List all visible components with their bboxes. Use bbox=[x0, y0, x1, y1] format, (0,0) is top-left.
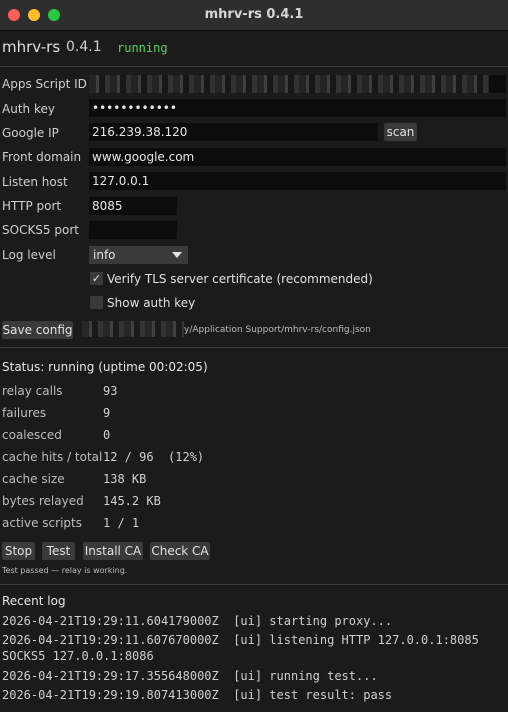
stat-value-active-scripts: 1 / 1 bbox=[103, 516, 140, 530]
socks5-port-label: SOCKS5 port bbox=[2, 223, 79, 237]
show-auth-key-checkbox[interactable] bbox=[90, 296, 103, 309]
listen-host-field[interactable]: 127.0.0.1 bbox=[89, 172, 506, 190]
scan-button[interactable]: scan bbox=[384, 123, 417, 141]
window-title: mhrv-rs 0.4.1 bbox=[204, 7, 304, 22]
stat-value-relay-calls: 93 bbox=[103, 384, 118, 398]
app-version: 0.4.1 bbox=[66, 39, 102, 55]
stat-label-coalesced: coalesced bbox=[2, 428, 62, 442]
stat-label-cache-size: cache size bbox=[2, 472, 65, 486]
running-status-indicator: running bbox=[117, 41, 168, 55]
stat-label-relay-calls: relay calls bbox=[2, 384, 63, 398]
chevron-down-icon bbox=[172, 252, 182, 258]
test-button[interactable]: Test bbox=[42, 542, 75, 560]
save-config-button[interactable]: Save config bbox=[2, 321, 73, 339]
install-ca-button[interactable]: Install CA bbox=[83, 542, 143, 560]
apps-script-id-field[interactable] bbox=[89, 75, 506, 93]
status-heading: Status: running (uptime 00:02:05) bbox=[2, 360, 208, 374]
google-ip-label: Google IP bbox=[2, 126, 59, 140]
log-line: 2026-04-21T19:29:11.607670000Z [ui] list… bbox=[2, 633, 479, 647]
log-level-select[interactable]: info bbox=[89, 246, 188, 264]
http-port-label: HTTP port bbox=[2, 199, 62, 213]
show-auth-key-label[interactable]: Show auth key bbox=[107, 296, 195, 310]
stat-label-cache-hits: cache hits / total bbox=[2, 450, 103, 464]
log-line: 2026-04-21T19:29:11.604179000Z [ui] star… bbox=[2, 614, 393, 628]
recent-log-heading: Recent log bbox=[2, 594, 66, 608]
divider bbox=[0, 66, 508, 67]
stat-value-failures: 9 bbox=[103, 406, 111, 420]
log-line: 2026-04-21T19:29:19.807413000Z [ui] test… bbox=[2, 688, 393, 702]
front-domain-label: Front domain bbox=[2, 150, 82, 164]
google-ip-field[interactable]: 216.239.38.120 bbox=[89, 123, 378, 141]
redacted-apps-script-id bbox=[89, 75, 489, 93]
apps-script-id-label: Apps Script ID bbox=[2, 77, 87, 91]
socks5-port-field[interactable] bbox=[89, 221, 177, 239]
stat-value-coalesced: 0 bbox=[103, 428, 111, 442]
auth-key-label: Auth key bbox=[2, 102, 55, 116]
log-level-label: Log level bbox=[2, 248, 56, 262]
stop-button[interactable]: Stop bbox=[2, 542, 35, 560]
http-port-field[interactable]: 8085 bbox=[89, 197, 177, 215]
listen-host-label: Listen host bbox=[2, 175, 68, 189]
divider bbox=[0, 347, 508, 348]
stat-label-active-scripts: active scripts bbox=[2, 516, 82, 530]
app-window: mhrv-rs 0.4.1 mhrv-rs 0.4.1 running Apps… bbox=[0, 0, 508, 712]
divider bbox=[0, 584, 508, 585]
test-result-note: Test passed — relay is working. bbox=[2, 566, 128, 575]
stat-label-bytes-relayed: bytes relayed bbox=[2, 494, 84, 508]
stat-value-cache-hits: 12 / 96 (12%) bbox=[103, 450, 205, 464]
app-name: mhrv-rs bbox=[2, 38, 61, 56]
config-path: y/Application Support/mhrv-rs/config.jso… bbox=[184, 325, 371, 335]
stat-value-bytes-relayed: 145.2 KB bbox=[103, 494, 161, 508]
log-level-value: info bbox=[93, 248, 116, 262]
auth-key-field[interactable]: •••••••••••• bbox=[89, 99, 506, 117]
log-line: 2026-04-21T19:29:17.355648000Z [ui] runn… bbox=[2, 669, 378, 683]
check-ca-button[interactable]: Check CA bbox=[150, 542, 210, 560]
log-line: SOCKS5 127.0.0.1:8086 bbox=[2, 649, 154, 663]
verify-tls-checkbox[interactable]: ✓ bbox=[90, 272, 103, 285]
front-domain-field[interactable]: www.google.com bbox=[89, 148, 506, 166]
title-bar[interactable]: mhrv-rs 0.4.1 bbox=[0, 0, 508, 31]
redacted-config-path-prefix bbox=[82, 321, 184, 337]
stat-value-cache-size: 138 KB bbox=[103, 472, 147, 486]
verify-tls-label[interactable]: Verify TLS server certificate (recommend… bbox=[107, 272, 373, 286]
stat-label-failures: failures bbox=[2, 406, 47, 420]
